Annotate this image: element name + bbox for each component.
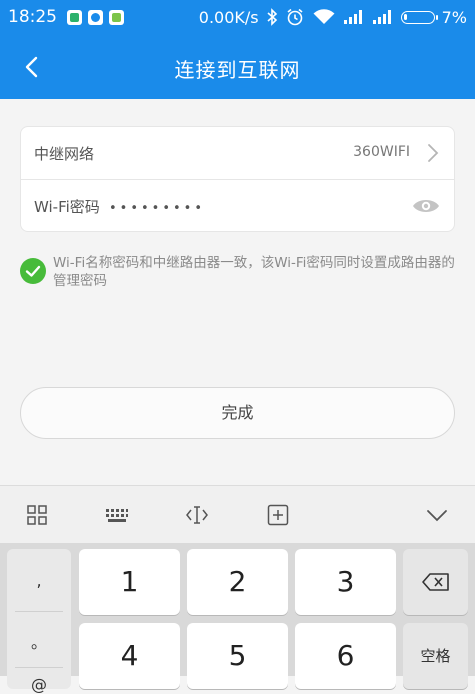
password-label: Wi-Fi密码 <box>34 198 100 216</box>
status-bar: 18:25 0.00K/s 7% <box>0 0 475 36</box>
page-title: 连接到互联网 <box>174 58 301 82</box>
backspace-icon <box>421 573 449 591</box>
notice-text: Wi-Fi名称密码和中继路由器一致，该Wi-Fi密码同时设置成路由器的管理密码 <box>53 255 455 289</box>
settings-card: 中继网络 360WIFI Wi-Fi密码 ••••••••• <box>20 126 455 232</box>
symbol-key[interactable]: , <box>7 571 71 590</box>
keyboard-toolbar <box>0 485 475 543</box>
eye-icon[interactable] <box>412 196 440 216</box>
wifi-icon <box>313 9 335 24</box>
signal-icon <box>372 10 391 24</box>
symbol-column[interactable]: , 。 @ <box>7 549 71 694</box>
password-row[interactable]: Wi-Fi密码 ••••••••• <box>21 180 454 232</box>
relay-network-value: 360WIFI <box>353 144 410 160</box>
symbol-key[interactable]: 。 <box>7 629 71 653</box>
keyboard: , 。 @ 1 2 3 4 5 6 空格 <box>0 543 475 694</box>
check-circle-icon[interactable] <box>20 258 46 284</box>
space-key[interactable]: 空格 <box>403 623 468 689</box>
done-button[interactable]: 完成 <box>20 387 455 439</box>
cursor-icon[interactable] <box>185 503 209 527</box>
cloud-icon <box>88 9 103 25</box>
battery-percent: 7% <box>441 7 467 27</box>
chevron-down-icon[interactable] <box>425 503 449 527</box>
key-1[interactable]: 1 <box>79 549 180 615</box>
android-icon <box>109 9 124 25</box>
alarm-icon <box>287 8 303 26</box>
key-3[interactable]: 3 <box>295 549 396 615</box>
net-speed: 0.00K/s <box>198 7 259 27</box>
signal-icon <box>343 10 362 24</box>
key-6[interactable]: 6 <box>295 623 396 689</box>
password-field[interactable]: ••••••••• <box>109 201 205 216</box>
key-4[interactable]: 4 <box>79 623 180 689</box>
battery-icon <box>400 10 438 24</box>
chevron-right-icon <box>428 144 439 162</box>
backspace-key[interactable] <box>403 549 468 615</box>
plus-box-icon[interactable] <box>266 503 290 527</box>
relay-network-row[interactable]: 中继网络 360WIFI <box>21 127 454 180</box>
key-2[interactable]: 2 <box>187 549 288 615</box>
status-time: 18:25 <box>8 7 57 27</box>
relay-network-label: 中继网络 <box>34 145 95 163</box>
title-bar: 连接到互联网 <box>0 36 475 99</box>
symbol-key[interactable]: @ <box>7 675 71 694</box>
shield-icon <box>67 9 82 25</box>
grid-icon[interactable] <box>25 503 49 527</box>
key-5[interactable]: 5 <box>187 623 288 689</box>
bluetooth-icon <box>267 8 277 26</box>
keyboard-icon[interactable] <box>105 503 129 527</box>
